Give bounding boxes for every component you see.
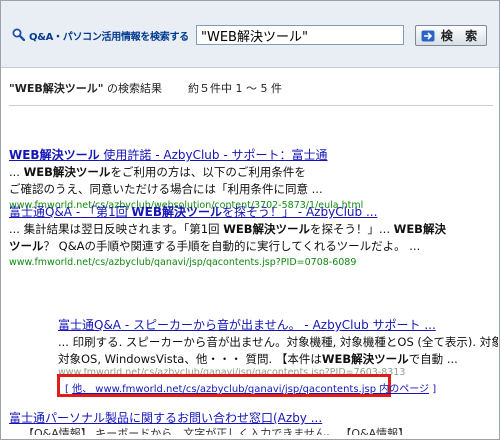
search-bar: Q&A・パソコン活用情報を検索する 検 索 — [1, 1, 499, 68]
result-snippet-line2: ツール？ Q&Aの手順や関連する手順を自動的に実行してくれるツールだよ。 ... — [9, 239, 421, 253]
summary-suffix: の検索結果 — [103, 82, 162, 95]
divider — [9, 105, 493, 106]
bracket-close: ] — [429, 384, 437, 395]
result-url: www.fmworld.net/cs/azbyclub/qanavi/jsp/q… — [9, 257, 357, 268]
result-snippet-line2: ご確認のうえ、同意いただける場合には「利用条件に同意 ... — [9, 182, 323, 196]
result-title-bold: WEB解決ツール — [9, 148, 100, 162]
result-item-indented: 富士通Q&A - スピーカーから音が出ません。 - AzbyClub サポート … — [58, 316, 498, 377]
search-button[interactable]: 検 索 — [415, 25, 487, 46]
result-title-link[interactable]: 富士通パーソナル製品に関するお問い合わせ窓口(Azby ... — [9, 409, 409, 427]
more-pages-link-wrapper: [ 他、 www.fmworld.net/cs/azbyclub/qanavi/… — [65, 380, 436, 395]
results-summary: "WEB解決ツール" の検索結果 約５件中 1 ～ 5 件 — [9, 80, 489, 96]
magnifier-icon — [12, 28, 25, 41]
result-snippet: ... 【Q&A情報】 キーボードから、文字が正しく入力できません。 【Q&A情… — [9, 427, 410, 435]
result-snippet: ... WEB解決ツールをご利用の方は、以下のご利用条件を — [9, 165, 306, 179]
result-snippet: ... 集計結果は翌日反映されます。「第1回 WEB解決ツールを探そう！」...… — [9, 222, 446, 236]
result-snippet: ... 印刷する. スピーカーから音が出ません。対象機種, 対象機種とOS (全… — [58, 335, 498, 349]
result-item: 富士通パーソナル製品に関するお問い合わせ窓口(Azby ... ... 【Q&A… — [9, 409, 409, 435]
result-snippet-line2: 対象OS, WindowsVista、他・・・ 質問. 【本件はWEB解決ツール… — [58, 352, 458, 366]
result-title-link[interactable]: 富士通Q&A - 「第1回 WEB解決ツールを探そう！」 - AzbyClub … — [9, 203, 446, 221]
result-title-rest: 使用許諾 - AzbyClub - サポート：富士通 — [99, 148, 328, 162]
result-title-link[interactable]: 富士通Q&A - スピーカーから音が出ません。 - AzbyClub サポート … — [58, 316, 498, 334]
search-button-label: 検 索 — [440, 29, 482, 43]
result-title-link[interactable]: WEB解決ツール 使用許諾 - AzbyClub - サポート：富士通 — [9, 146, 363, 164]
search-results-window: Q&A・パソコン活用情報を検索する 検 索 "WEB解決ツール" の検索結果 約５… — [0, 0, 500, 440]
more-pages-link[interactable]: 他、 www.fmworld.net/cs/azbyclub/qanavi/js… — [72, 384, 429, 395]
search-input[interactable] — [196, 25, 404, 45]
arrow-right-icon — [421, 30, 435, 41]
search-label: Q&A・パソコン活用情報を検索する — [29, 32, 189, 43]
result-count: 約５件中 1 ～ 5 件 — [188, 82, 282, 95]
summary-query: "WEB解決ツール" — [9, 82, 104, 95]
result-item: 富士通Q&A - 「第1回 WEB解決ツールを探そう！」 - AzbyClub … — [9, 203, 446, 271]
